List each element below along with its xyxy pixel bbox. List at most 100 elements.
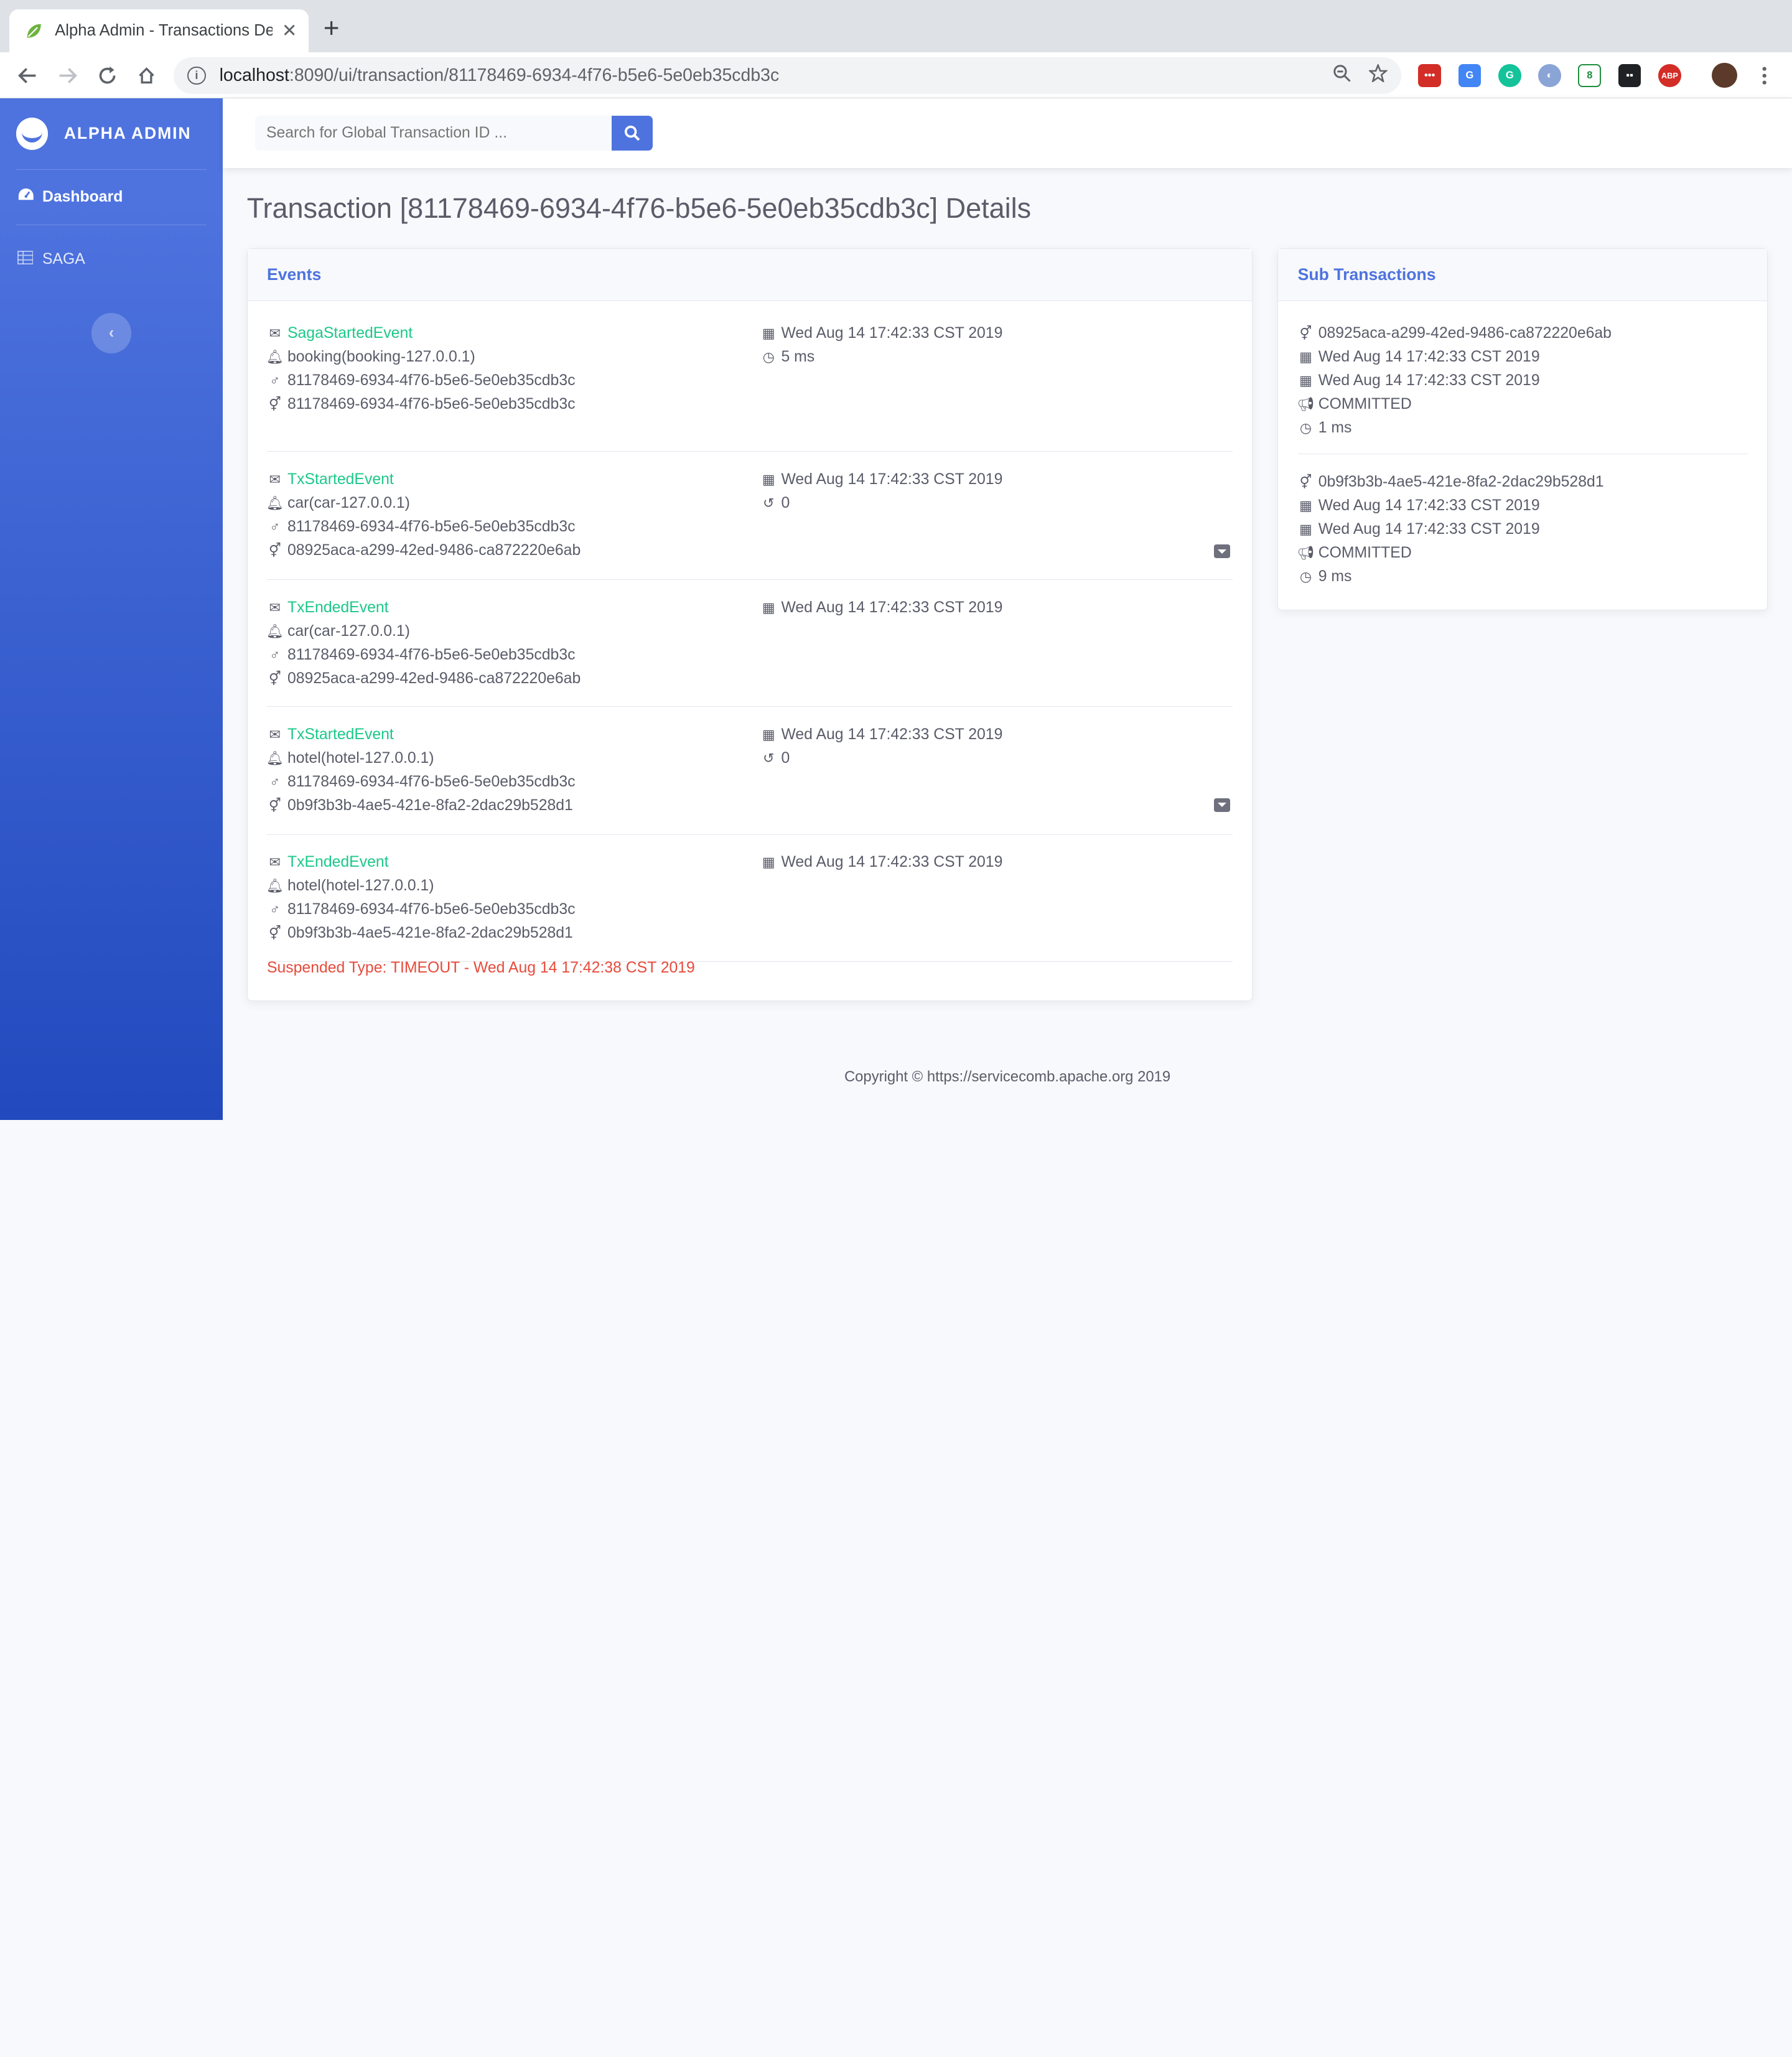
events-card: Events ✉ SagaStartedEvent 🔔︎ booking(booki…	[246, 248, 1253, 1001]
sidebar-item-dashboard[interactable]: Dashboard	[0, 170, 223, 225]
menu-kebab-icon[interactable]	[1751, 62, 1778, 89]
event-global-id: 81178469-6934-4f76-b5e6-5e0eb35cdb3c	[287, 372, 576, 389]
subtx-state: COMMITTED	[1318, 544, 1412, 561]
extension-icon[interactable]: ▪▪	[1618, 63, 1641, 87]
envelope-icon: ✉	[269, 854, 281, 870]
extension-icon[interactable]: 8	[1578, 63, 1602, 87]
calendar-icon: ▦	[762, 599, 775, 615]
event-global-id: 81178469-6934-4f76-b5e6-5e0eb35cdb3c	[287, 773, 576, 790]
event-details: ✉ TxStartedEvent 🔔︎ hotel(hotel-127.0.0.1)…	[266, 723, 576, 818]
event-time: Wed Aug 14 17:42:33 CST 2019	[781, 325, 1003, 342]
sidebar: ALPHA ADMIN Dashboard SAGA ‹	[0, 98, 223, 1120]
search-button[interactable]	[611, 115, 653, 151]
table-icon	[17, 250, 35, 269]
calendar-icon: ▦	[1299, 349, 1312, 365]
site-info-icon[interactable]: i	[187, 66, 206, 85]
event-details: ✉ TxEndedEvent 🔔︎ hotel(hotel-127.0.0.1) ♂…	[266, 851, 576, 945]
calendar-icon: ▦	[1299, 497, 1312, 513]
event-meta: ▦ Wed Aug 14 17:42:33 CST 2019 ↺ 0	[760, 723, 1003, 770]
new-tab-button[interactable]: +	[324, 14, 340, 42]
back-icon[interactable]	[14, 62, 41, 89]
event-local-id: 0b9f3b3b-4ae5-421e-8fa2-2dac29b528d1	[287, 925, 573, 942]
event-local-id: 81178469-6934-4f76-b5e6-5e0eb35cdb3c	[287, 396, 576, 413]
mars-icon: ♂	[269, 646, 281, 663]
expand-dropdown-icon[interactable]	[1214, 544, 1231, 559]
bookmark-star-icon[interactable]	[1368, 62, 1389, 87]
event-item: ✉ TxStartedEvent 🔔︎ hotel(hotel-127.0.0.1)…	[266, 707, 1233, 835]
home-icon[interactable]	[133, 62, 160, 89]
event-local-id: 08925aca-a299-42ed-9486-ca872220e6ab	[287, 669, 581, 687]
sidebar-toggle-button[interactable]: ‹	[91, 313, 132, 353]
grammarly-icon[interactable]: G	[1498, 63, 1521, 87]
brand-logo-icon	[16, 118, 49, 150]
suspended-status: Suspended Type: TIMEOUT - Wed Aug 14 17:…	[266, 959, 695, 976]
envelope-icon: ✉	[269, 325, 281, 342]
clock-icon: ◷	[1299, 420, 1312, 436]
event-item: ✉ TxEndedEvent 🔔︎ hotel(hotel-127.0.0.1) ♂…	[266, 835, 1233, 962]
brand-name: ALPHA ADMIN	[63, 124, 192, 143]
extension-icon[interactable]: ◐	[1538, 63, 1561, 87]
subtx-duration: 9 ms	[1318, 567, 1352, 585]
lastpass-icon[interactable]: •••	[1418, 63, 1442, 87]
event-duration: 5 ms	[781, 348, 815, 366]
event-meta: ▦ Wed Aug 14 17:42:33 CST 2019	[760, 851, 1003, 874]
url-path: :8090/ui/transaction/81178469-6934-4f76-…	[289, 65, 780, 85]
envelope-icon: ✉	[269, 726, 281, 742]
browser-tab[interactable]: Alpha Admin - Transactions De ✕	[9, 9, 309, 53]
adblock-icon[interactable]: ABP	[1658, 63, 1681, 87]
event-details: ✉ SagaStartedEvent 🔔︎ booking(booking-127.…	[266, 322, 576, 416]
genderless-icon: ⚥	[268, 797, 281, 813]
forward-icon[interactable]	[54, 62, 81, 89]
event-type: SagaStartedEvent	[287, 325, 413, 342]
search-input[interactable]	[254, 115, 612, 151]
address-url[interactable]: localhost:8090/ui/transaction/81178469-6…	[220, 65, 1315, 86]
envelope-icon: ✉	[269, 599, 281, 615]
search-form	[254, 115, 653, 151]
calendar-icon: ▦	[762, 854, 775, 870]
sidebar-item-label: SAGA	[42, 251, 85, 268]
profile-avatar[interactable]	[1712, 63, 1737, 88]
sidebar-item-saga[interactable]: SAGA	[0, 232, 223, 287]
page-title: Transaction [81178469-6934-4f76-b5e6-5e0…	[246, 192, 1032, 224]
event-item: ✉ SagaStartedEvent 🔔︎ booking(booking-127.…	[266, 322, 1233, 452]
dashboard-icon	[17, 187, 35, 207]
calendar-icon: ▦	[762, 325, 775, 342]
browser-tab-strip: Alpha Admin - Transactions De ✕ +	[0, 0, 1792, 53]
subtx-begin-time: Wed Aug 14 17:42:33 CST 2019	[1318, 497, 1540, 514]
clock-icon: ◷	[762, 349, 775, 365]
calendar-icon: ▦	[762, 726, 775, 742]
event-type: TxStartedEvent	[287, 725, 394, 743]
mars-icon: ♂	[269, 373, 281, 389]
calendar-icon: ▦	[762, 472, 775, 488]
event-service: hotel(hotel-127.0.0.1)	[287, 749, 434, 767]
browser-toolbar: i localhost:8090/ui/transaction/81178469…	[0, 52, 1792, 98]
zoom-icon[interactable]	[1333, 64, 1351, 87]
bell-icon: 🔔︎	[266, 349, 284, 365]
event-time: Wed Aug 14 17:42:33 CST 2019	[781, 471, 1003, 488]
subtx-begin-time: Wed Aug 14 17:42:33 CST 2019	[1318, 348, 1540, 366]
envelope-icon: ✉	[269, 472, 281, 488]
subtransaction-item: ⚥ 08925aca-a299-42ed-9486-ca872220e6ab ▦ W…	[1297, 301, 1748, 455]
genderless-icon: ⚥	[1299, 325, 1312, 342]
event-global-id: 81178469-6934-4f76-b5e6-5e0eb35cdb3c	[287, 901, 576, 918]
spring-leaf-icon	[27, 24, 42, 38]
subtx-duration: 1 ms	[1318, 419, 1352, 437]
subtx-end-time: Wed Aug 14 17:42:33 CST 2019	[1318, 372, 1540, 389]
subtx-local-id: 0b9f3b3b-4ae5-421e-8fa2-2dac29b528d1	[1318, 473, 1604, 490]
translate-icon[interactable]: G	[1458, 63, 1482, 87]
expand-dropdown-icon[interactable]	[1214, 798, 1231, 812]
genderless-icon: ⚥	[268, 543, 281, 559]
event-meta: ▦ Wed Aug 14 17:42:33 CST 2019 ◷ 5 ms	[760, 322, 1003, 369]
reload-icon[interactable]	[94, 62, 121, 89]
calendar-icon: ▦	[1299, 521, 1312, 537]
sidebar-brand[interactable]: ALPHA ADMIN	[0, 98, 223, 169]
search-icon	[624, 126, 640, 141]
genderless-icon: ⚥	[268, 396, 281, 413]
bullhorn-icon: 📢︎	[1297, 544, 1315, 561]
event-item: ✉ TxStartedEvent 🔔︎ car(car-127.0.0.1) ♂ 81…	[266, 452, 1233, 581]
bell-icon: 🔔︎	[266, 623, 284, 639]
address-bar[interactable]: i localhost:8090/ui/transaction/81178469…	[174, 57, 1401, 94]
close-tab-icon[interactable]: ✕	[282, 20, 297, 42]
event-time: Wed Aug 14 17:42:33 CST 2019	[781, 599, 1003, 616]
footer-copyright: Copyright © https://servicecomb.apache.o…	[844, 1068, 1171, 1086]
